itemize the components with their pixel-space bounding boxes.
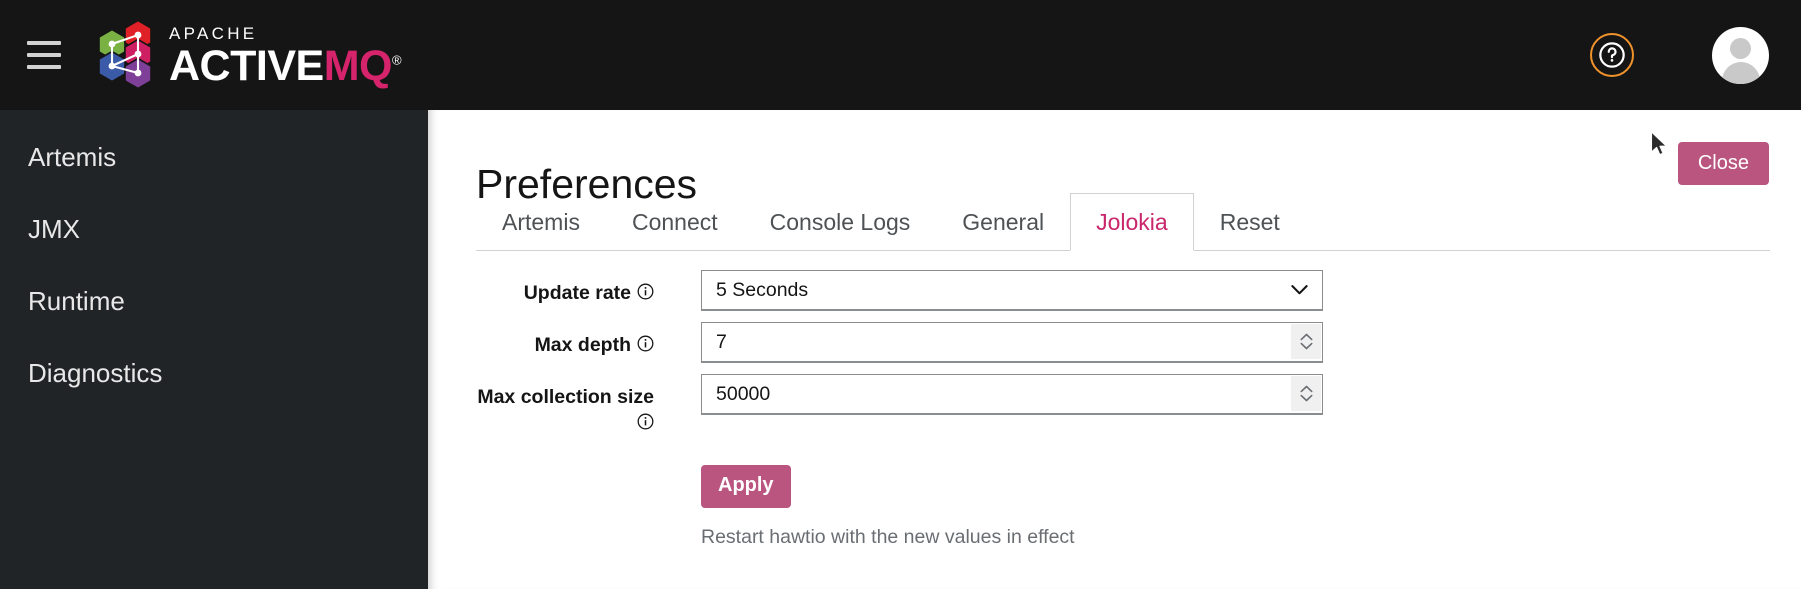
tab-label: General: [962, 208, 1045, 235]
preferences-tabs: Artemis Connect Console Logs General Jol…: [476, 193, 1770, 251]
masthead-actions: [1590, 26, 1801, 84]
tab-label: Connect: [631, 208, 718, 235]
brand-wordmark: APACHE ACTIVEMQ®: [169, 23, 402, 90]
max-collection-size-label: Max collection size: [476, 374, 654, 437]
form-row-max-depth: Max depth 7: [476, 322, 1770, 363]
brand-apache-text: APACHE: [169, 23, 258, 43]
max-depth-control: 7: [701, 322, 1323, 363]
tab-artemis[interactable]: Artemis: [476, 193, 606, 250]
tab-reset[interactable]: Reset: [1194, 193, 1306, 250]
update-rate-select[interactable]: 5 Seconds: [701, 270, 1323, 311]
masthead: APACHE ACTIVEMQ®: [0, 0, 1801, 110]
hamburger-bar: [27, 53, 61, 57]
sidebar-item-diagnostics[interactable]: Diagnostics: [0, 337, 428, 409]
sidebar-item-artemis[interactable]: Artemis: [0, 121, 428, 193]
update-rate-label-text: Update rate: [523, 282, 631, 304]
tab-label: Console Logs: [769, 208, 911, 235]
brand-activemq-text: ACTIVEMQ®: [169, 41, 402, 90]
stepper-down-icon[interactable]: [1300, 394, 1313, 402]
info-icon[interactable]: [637, 333, 654, 359]
sidebar-item-runtime[interactable]: Runtime: [0, 265, 428, 337]
sidebar-item-label: Runtime: [28, 285, 125, 316]
brand-logo-link[interactable]: APACHE ACTIVEMQ®: [91, 0, 402, 110]
max-depth-value: 7: [716, 330, 727, 353]
max-depth-stepper[interactable]: [1291, 324, 1321, 359]
sidebar-item-jmx[interactable]: JMX: [0, 193, 428, 265]
hamburger-bar: [27, 41, 61, 45]
max-collection-size-input[interactable]: 50000: [701, 374, 1323, 415]
info-icon[interactable]: [637, 411, 654, 437]
stepper-up-icon[interactable]: [1300, 333, 1313, 341]
avatar-head: [1730, 37, 1751, 59]
max-collection-size-control: 50000: [701, 374, 1323, 415]
apply-button[interactable]: Apply: [701, 465, 791, 509]
close-button[interactable]: Close: [1677, 142, 1769, 185]
chevron-down-icon: [1291, 279, 1308, 302]
hamburger-menu-icon[interactable]: [27, 41, 61, 69]
form-row-max-collection-size: Max collection size 50000: [476, 374, 1770, 437]
update-rate-control: 5 Seconds: [701, 270, 1323, 311]
stepper-up-icon[interactable]: [1300, 385, 1313, 393]
sidebar-item-label: Artemis: [28, 141, 117, 172]
stepper-down-icon[interactable]: [1300, 342, 1313, 350]
jolokia-preferences-form: Update rate 5 Seconds Max depth 7 Max co…: [476, 270, 1770, 549]
tab-jolokia[interactable]: Jolokia: [1070, 193, 1194, 251]
max-depth-label-text: Max depth: [534, 334, 631, 356]
form-row-update-rate: Update rate 5 Seconds: [476, 270, 1770, 311]
sidebar-item-label: Diagnostics: [28, 357, 163, 388]
preferences-panel: Preferences Close Artemis Connect Consol…: [428, 110, 1801, 589]
sidebar: Artemis JMX Runtime Diagnostics: [0, 110, 428, 589]
tab-console-logs[interactable]: Console Logs: [744, 193, 937, 250]
tab-general[interactable]: General: [936, 193, 1070, 250]
max-collection-size-stepper[interactable]: [1291, 376, 1321, 411]
tab-label: Reset: [1219, 208, 1280, 235]
max-collection-size-value: 50000: [716, 382, 771, 405]
max-depth-label: Max depth: [476, 322, 654, 359]
hamburger-bar: [27, 65, 61, 69]
activemq-console-page: APACHE ACTIVEMQ® Artemis JMX Runtime Dia…: [0, 0, 1801, 589]
avatar[interactable]: [1712, 26, 1769, 84]
help-icon[interactable]: [1590, 33, 1634, 77]
avatar-body: [1721, 61, 1760, 84]
brand-mq-text: MQ: [323, 41, 393, 90]
update-rate-value: 5 Seconds: [716, 278, 809, 301]
tab-label: Artemis: [502, 208, 580, 235]
brand-active-text: ACTIVE: [169, 41, 324, 90]
info-icon[interactable]: [637, 281, 654, 307]
tab-connect[interactable]: Connect: [606, 193, 744, 250]
restart-hint: Restart hawtio with the new values in ef…: [701, 526, 1075, 549]
sidebar-item-label: JMX: [28, 213, 80, 244]
max-depth-input[interactable]: 7: [701, 322, 1323, 363]
activemq-logo-icon: [91, 17, 163, 93]
max-collection-size-label-text: Max collection size: [477, 386, 654, 408]
apply-section: Apply Restart hawtio with the new values…: [701, 465, 1770, 549]
tab-label: Jolokia: [1096, 208, 1168, 235]
update-rate-label: Update rate: [476, 270, 654, 307]
brand-registered-mark: ®: [391, 52, 402, 68]
